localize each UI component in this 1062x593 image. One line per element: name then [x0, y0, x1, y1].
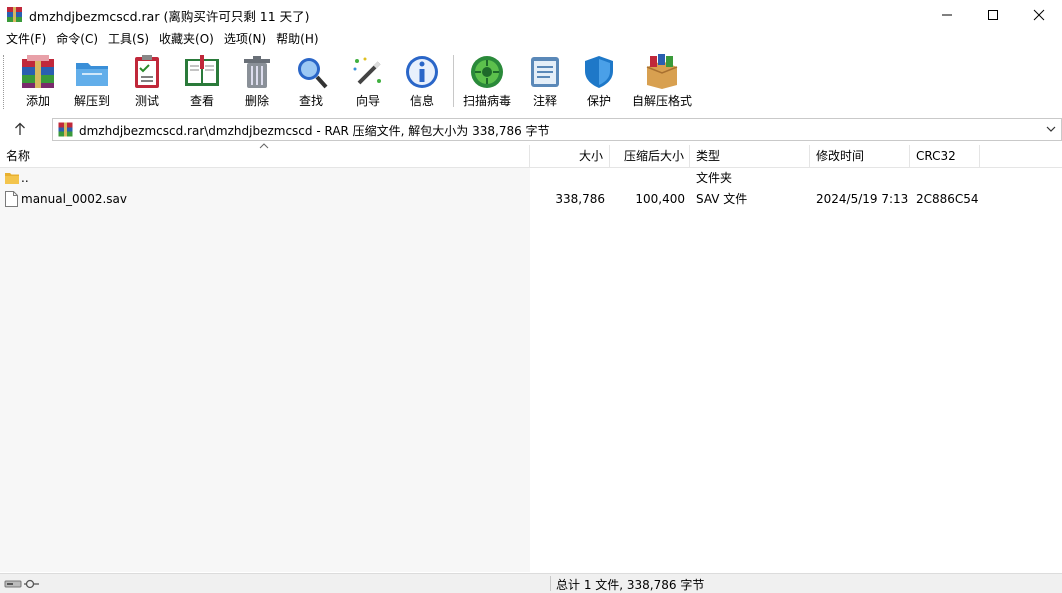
row-size: 338,786 — [555, 192, 605, 206]
column-crc-label: CRC32 — [916, 149, 956, 163]
file-list: .. 文件夹 manual_0002.sav 338,786 100,400 S… — [0, 168, 1062, 572]
magic-wand-icon — [353, 57, 381, 85]
info-icon — [406, 56, 438, 88]
comment-label: 注释 — [532, 94, 557, 108]
scan-virus-label: 扫描病毒 — [462, 94, 511, 108]
menu-file[interactable]: 文件(F) — [3, 30, 49, 48]
view-book-icon — [185, 55, 219, 86]
column-name[interactable]: 名称 — [0, 143, 530, 167]
path-field[interactable]: dmzhdjbezmcscd.rar\dmzhdjbezmcscd - RAR … — [52, 118, 1062, 141]
add-archive-icon — [22, 55, 54, 88]
table-row[interactable]: manual_0002.sav 338,786 100,400 SAV 文件 2… — [0, 189, 1062, 210]
test-label: 测试 — [134, 94, 159, 108]
view-button[interactable]: 查看 — [181, 53, 223, 111]
maximize-button[interactable] — [970, 0, 1016, 30]
column-type[interactable]: 类型 — [690, 145, 810, 167]
column-size[interactable]: 大小 — [530, 145, 610, 167]
menu-help[interactable]: 帮助(H) — [273, 30, 321, 48]
column-modified[interactable]: 修改时间 — [810, 145, 910, 167]
close-icon — [1033, 9, 1045, 21]
test-clipboard-icon — [135, 55, 159, 88]
drive-key-icon[interactable] — [4, 577, 40, 590]
up-folder-button[interactable] — [8, 119, 32, 139]
menu-commands[interactable]: 命令(C) — [53, 30, 101, 48]
column-name-label: 名称 — [6, 149, 31, 163]
file-icon — [5, 191, 18, 207]
window-title: dmzhdjbezmcscd.rar (离购买许可只剩 11 天了) — [29, 9, 310, 24]
scan-virus-button[interactable]: 扫描病毒 — [462, 53, 512, 111]
column-packed-label: 压缩后大小 — [623, 149, 684, 163]
status-bar: 总计 1 文件, 338,786 字节 — [0, 573, 1062, 593]
comment-icon — [531, 57, 559, 87]
menu-options[interactable]: 选项(N) — [221, 30, 269, 48]
column-packed[interactable]: 压缩后大小 — [610, 145, 690, 167]
minimize-icon — [942, 14, 952, 16]
shield-icon — [585, 56, 613, 88]
row-name: manual_0002.sav — [21, 192, 128, 206]
extract-to-button[interactable]: 解压到 — [70, 53, 114, 111]
minimize-button[interactable] — [924, 0, 970, 30]
column-crc[interactable]: CRC32 — [910, 145, 980, 167]
magnifier-icon — [298, 58, 328, 89]
address-bar: dmzhdjbezmcscd.rar\dmzhdjbezmcscd - RAR … — [0, 116, 1062, 142]
protect-label: 保护 — [586, 94, 611, 108]
trash-icon — [244, 56, 270, 88]
table-row[interactable]: .. 文件夹 — [0, 168, 1062, 189]
wizard-button[interactable]: 向导 — [349, 53, 387, 111]
delete-button[interactable]: 删除 — [240, 53, 274, 111]
find-label: 查找 — [298, 94, 323, 108]
row-crc: 2C886C54 — [916, 192, 979, 206]
arrow-up-icon — [15, 122, 25, 135]
delete-label: 删除 — [244, 94, 269, 108]
row-name: .. — [21, 171, 29, 185]
comment-button[interactable]: 注释 — [526, 53, 564, 111]
find-button[interactable]: 查找 — [292, 53, 330, 111]
protect-button[interactable]: 保护 — [580, 53, 618, 111]
title-bar: dmzhdjbezmcscd.rar (离购买许可只剩 11 天了) — [0, 0, 1062, 30]
wizard-label: 向导 — [355, 94, 380, 108]
menu-favorites[interactable]: 收藏夹(O) — [156, 30, 217, 48]
view-label: 查看 — [189, 94, 214, 108]
extract-to-label: 解压到 — [73, 94, 110, 108]
winrar-app-icon[interactable] — [6, 6, 23, 23]
column-modified-label: 修改时间 — [816, 149, 865, 163]
menu-tools[interactable]: 工具(S) — [105, 30, 152, 48]
folder-icon — [5, 173, 19, 184]
sfx-label: 自解压格式 — [631, 94, 692, 108]
column-header: 名称 大小 压缩后大小 类型 修改时间 CRC32 — [0, 143, 1062, 168]
menu-bar: 文件(F) 命令(C) 工具(S) 收藏夹(O) 选项(N) 帮助(H) — [0, 30, 1062, 48]
chevron-down-icon[interactable] — [1045, 122, 1057, 136]
test-button[interactable]: 测试 — [128, 53, 166, 111]
add-label: 添加 — [25, 94, 50, 108]
row-type: SAV 文件 — [696, 192, 748, 206]
status-separator — [550, 576, 551, 591]
virus-scan-icon — [471, 56, 503, 88]
column-type-label: 类型 — [696, 149, 721, 163]
rar-archive-icon — [58, 122, 73, 137]
self-extracting-box-icon — [646, 54, 678, 89]
sfx-button[interactable]: 自解压格式 — [630, 53, 694, 111]
path-text: dmzhdjbezmcscd.rar\dmzhdjbezmcscd - RAR … — [79, 124, 550, 138]
add-button[interactable]: 添加 — [19, 53, 57, 111]
info-button[interactable]: 信息 — [403, 53, 441, 111]
row-modified: 2024/5/19 7:13 — [816, 192, 909, 206]
column-size-label: 大小 — [578, 149, 603, 163]
toolbar: 添加 解压到 测试 查看 删除 查找 向导 信息 扫描病毒 注释 保护 自解压格… — [0, 49, 1062, 113]
status-summary: 总计 1 文件, 338,786 字节 — [556, 578, 705, 592]
toolbar-separator — [453, 55, 454, 107]
row-packed: 100,400 — [635, 192, 685, 206]
maximize-icon — [988, 10, 998, 20]
close-button[interactable] — [1016, 0, 1062, 30]
extract-folder-icon — [76, 63, 108, 86]
info-label: 信息 — [409, 94, 434, 108]
toolbar-grip[interactable] — [3, 55, 6, 109]
sort-ascending-icon — [259, 143, 269, 149]
row-type: 文件夹 — [696, 171, 733, 185]
